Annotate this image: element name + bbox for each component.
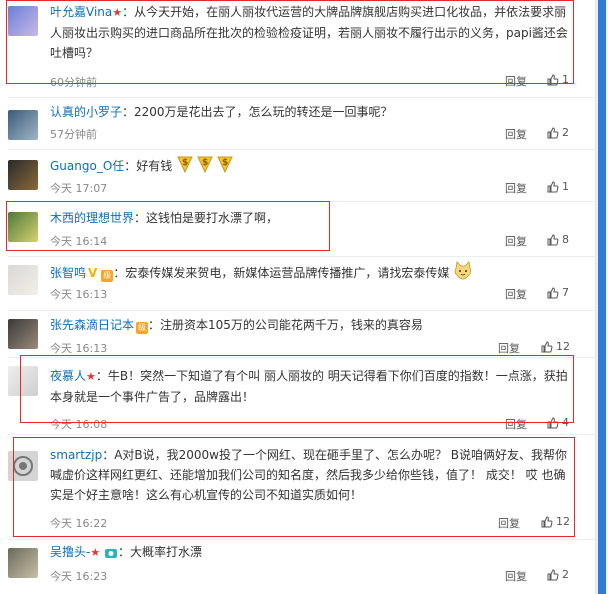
comment-text: ：注册资本105万的公司能花两千万，钱来的真容易	[148, 318, 423, 332]
reply-button[interactable]: 回复	[498, 515, 520, 531]
comment-item: 夜慕人★：牛B！突然一下知道了有个叫 丽人丽妆的 明天记得看下你们百度的指数！一…	[0, 358, 596, 435]
like-button[interactable]: 1	[547, 180, 569, 193]
comment-text: ：大概率打水漂	[118, 545, 203, 559]
reply-button[interactable]: 回复	[505, 180, 527, 196]
comment-author[interactable]: 认真的小罗子	[50, 105, 122, 119]
like-count: 2	[562, 568, 569, 581]
comment-time: 57分钟前	[50, 128, 97, 141]
comment-item: Guango_O任：好有钱 $ $ $ 今天 17:07 回复 1	[0, 150, 596, 202]
comment-author[interactable]: 张先森滴日记本	[50, 318, 134, 332]
comment-item: 张先森滴日记本级：注册资本105万的公司能花两千万，钱来的真容易 今天 16:1…	[0, 311, 596, 358]
chrome-icon	[13, 456, 33, 476]
svg-text:$: $	[202, 158, 208, 168]
comment-item: 张智鸣 V 级：宏泰传媒发来贺电，新媒体运营品牌传播推广，请找宏泰传媒 今天 16:…	[0, 257, 596, 311]
avatar[interactable]	[8, 110, 38, 140]
avatar[interactable]	[8, 265, 38, 295]
comment-time: 60分钟前	[50, 76, 97, 89]
comment-time: 今天 16:23	[50, 570, 108, 583]
thumbs-up-icon	[547, 233, 559, 245]
comment-time: 今天 16:13	[50, 342, 108, 355]
like-count: 12	[556, 340, 570, 353]
avatar[interactable]	[8, 6, 38, 36]
like-count: 1	[562, 73, 569, 86]
money-emoji-icon: $ $ $	[177, 156, 233, 174]
comment-text: ：A对B说，我2000w投了一个网红、现在砸手里了、怎么办呢？ B说咱俩好友、我…	[50, 448, 568, 502]
like-button[interactable]: 12	[541, 515, 570, 528]
like-button[interactable]: 12	[541, 340, 570, 353]
comment-item: 吴撸头-★ ：大概率打水漂 今天 16:23 回复 2	[0, 540, 596, 594]
reply-button[interactable]: 回复	[505, 568, 527, 584]
vip-star-icon: ★	[112, 6, 123, 19]
like-count: 1	[562, 180, 569, 193]
comment-time: 今天 16:13	[50, 288, 108, 301]
like-button[interactable]: 4	[547, 416, 569, 429]
reply-button[interactable]: 回复	[505, 233, 527, 249]
avatar[interactable]	[8, 548, 38, 578]
svg-text:$: $	[182, 158, 188, 168]
thumbs-up-icon	[547, 568, 559, 580]
like-count: 2	[562, 126, 569, 139]
reply-button[interactable]: 回复	[505, 416, 527, 432]
avatar[interactable]	[8, 451, 38, 481]
like-button[interactable]: 8	[547, 233, 569, 246]
comment-author[interactable]: 吴撸头-	[50, 545, 90, 559]
thumbs-up-icon	[541, 340, 553, 352]
comment-author[interactable]: Guango_O任	[50, 159, 124, 173]
avatar[interactable]	[8, 366, 38, 396]
vip-star-icon: ★	[86, 370, 96, 383]
like-count: 8	[562, 233, 569, 246]
comment-time: 今天 16:08	[50, 418, 108, 431]
comment-text: ：从今天开始，在丽人丽妆代运营的大牌品牌旗舰店购买进口化妆品，并依法要求丽人丽妆…	[50, 5, 568, 60]
comment-item: 认真的小罗子：2200万是花出去了，怎么玩的转还是一回事呢？ 57分钟前 回复 …	[0, 98, 596, 150]
avatar[interactable]	[8, 212, 38, 242]
thumbs-up-icon	[547, 73, 559, 85]
reply-button[interactable]: 回复	[505, 286, 527, 302]
thumbs-up-icon	[547, 286, 559, 298]
comment-text: ：好有钱	[124, 159, 173, 173]
cat-emoji-icon	[454, 261, 472, 280]
thumbs-up-icon	[541, 515, 553, 527]
comment-time: 今天 16:14	[50, 235, 108, 248]
comment-text: ：2200万是花出去了，怎么玩的转还是一回事呢？	[122, 105, 393, 119]
member-badge-icon: 级	[136, 322, 149, 334]
like-button[interactable]: 1	[547, 73, 569, 86]
comment-author[interactable]: 木西的理想世界	[50, 211, 134, 225]
comment-item: smartzjp：A对B说，我2000w投了一个网红、现在砸手里了、怎么办呢？ …	[0, 435, 596, 540]
like-count: 7	[562, 286, 569, 299]
comment-time: 今天 16:22	[50, 517, 108, 530]
comment-time: 今天 17:07	[50, 182, 108, 195]
scrollbar[interactable]	[595, 0, 608, 594]
thumbs-up-icon	[547, 416, 559, 428]
comment-author[interactable]: 张智鸣	[50, 266, 86, 280]
reply-button[interactable]: 回复	[498, 340, 520, 356]
comment-text: ：这钱怕是要打水漂了啊，	[134, 211, 279, 225]
reply-button[interactable]: 回复	[505, 73, 527, 89]
scrollbar-thumb[interactable]	[598, 0, 606, 594]
vip-star-icon: ★	[90, 546, 101, 559]
member-badge-icon: 级	[101, 270, 114, 282]
camera-icon	[105, 549, 118, 558]
like-button[interactable]: 7	[547, 286, 569, 299]
comment-author[interactable]: 夜慕人	[50, 369, 86, 383]
avatar[interactable]	[8, 160, 38, 190]
like-button[interactable]: 2	[547, 126, 569, 139]
verified-v-icon: V	[88, 266, 98, 280]
comment-text: ：宏泰传媒发来贺电，新媒体运营品牌传播推广，请找宏泰传媒	[113, 266, 450, 280]
avatar[interactable]	[8, 319, 38, 349]
comment-author[interactable]: smartzjp	[50, 448, 102, 462]
comment-author[interactable]: 叶允嘉Vina	[50, 5, 112, 19]
like-button[interactable]: 2	[547, 568, 569, 581]
comment-list: 叶允嘉Vina★：从今天开始，在丽人丽妆代运营的大牌品牌旗舰店购买进口化妆品，并…	[0, 0, 596, 594]
comment-item: 木西的理想世界：这钱怕是要打水漂了啊， 今天 16:14 回复 8	[0, 202, 596, 257]
like-count: 4	[562, 416, 569, 429]
svg-text:$: $	[222, 158, 228, 168]
thumbs-up-icon	[547, 180, 559, 192]
thumbs-up-icon	[547, 126, 559, 138]
reply-button[interactable]: 回复	[505, 126, 527, 142]
comment-item: 叶允嘉Vina★：从今天开始，在丽人丽妆代运营的大牌品牌旗舰店购买进口化妆品，并…	[0, 0, 596, 98]
like-count: 12	[556, 515, 570, 528]
comment-text: ：牛B！突然一下知道了有个叫 丽人丽妆的 明天记得看下你们百度的指数！一点涨，获…	[50, 369, 568, 404]
